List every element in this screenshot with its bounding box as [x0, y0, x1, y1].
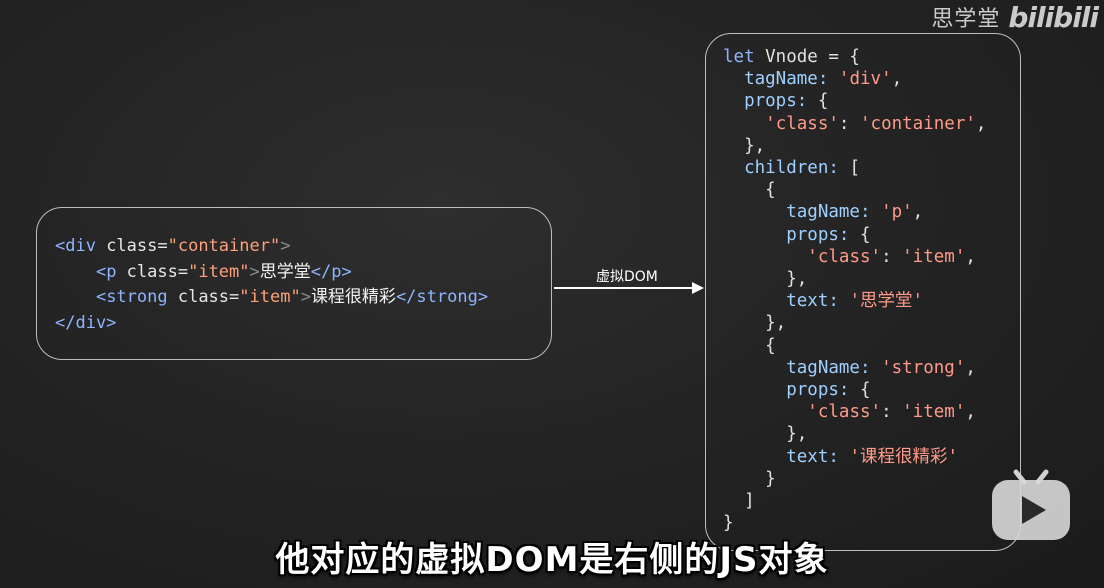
code-token: class= — [95, 236, 168, 256]
watermark: 思学堂 bilibili — [931, 0, 1099, 34]
code-token: 'item' — [902, 402, 966, 423]
html-code-box: <div class="container"> <p class="item">… — [36, 207, 552, 360]
bilibili-logo: bilibili — [1008, 0, 1099, 34]
code-token: props: — [744, 91, 808, 112]
code-token: props: — [786, 224, 850, 245]
code-token: </div> — [55, 312, 117, 333]
code-token: let — [723, 47, 755, 67]
code-token: children: — [744, 158, 839, 179]
code-token: 'item' — [902, 246, 966, 267]
code-token: 'class' — [765, 113, 839, 134]
vnode-code-box: let Vnode = { tagName: 'div', props: { '… — [705, 33, 1021, 551]
code-token: 'class' — [807, 246, 882, 267]
code-token: "item" — [188, 261, 250, 282]
code-token: 课程很精彩 — [310, 287, 396, 307]
code-token: 思学堂 — [259, 261, 311, 282]
code-token: 'div' — [838, 69, 892, 90]
code-token: tagName: — [744, 69, 829, 90]
code-token: class= — [116, 261, 189, 282]
code-token: <strong — [95, 287, 168, 307]
subtitle-caption: 他对应的虚拟DOM是右侧的JS对象 — [275, 540, 829, 580]
code-token: "item" — [239, 287, 301, 307]
code-token: <p — [95, 261, 117, 282]
code-token: > — [280, 236, 291, 256]
code-token: 'p' — [881, 202, 913, 223]
code-token: > — [300, 287, 311, 307]
code-token: Vnode = { — [754, 47, 860, 67]
code-token: "container" — [167, 236, 281, 256]
code-token: > — [249, 261, 260, 282]
code-token: 'class' — [807, 402, 882, 423]
code-token: '课程很精彩' — [849, 446, 959, 467]
html-code: <div class="container"> <p class="item">… — [55, 234, 551, 336]
code-token: class= — [167, 287, 240, 307]
right-arrow-icon — [554, 282, 704, 294]
code-token: tagName: — [786, 357, 871, 378]
code-token: 'container' — [860, 113, 976, 134]
code-token: '思学堂' — [849, 291, 924, 312]
code-token: <div — [55, 236, 96, 256]
code-token: 'strong' — [881, 357, 966, 378]
code-token: text: — [786, 291, 839, 312]
code-token: </strong> — [395, 287, 489, 307]
code-token: props: — [786, 380, 850, 401]
code-token: </p> — [310, 261, 352, 282]
vnode-code: let Vnode = { tagName: 'div', props: { '… — [723, 47, 987, 534]
code-token: tagName: — [786, 202, 871, 223]
watermark-brand: 思学堂 — [931, 7, 1001, 32]
code-token: text: — [786, 446, 839, 467]
